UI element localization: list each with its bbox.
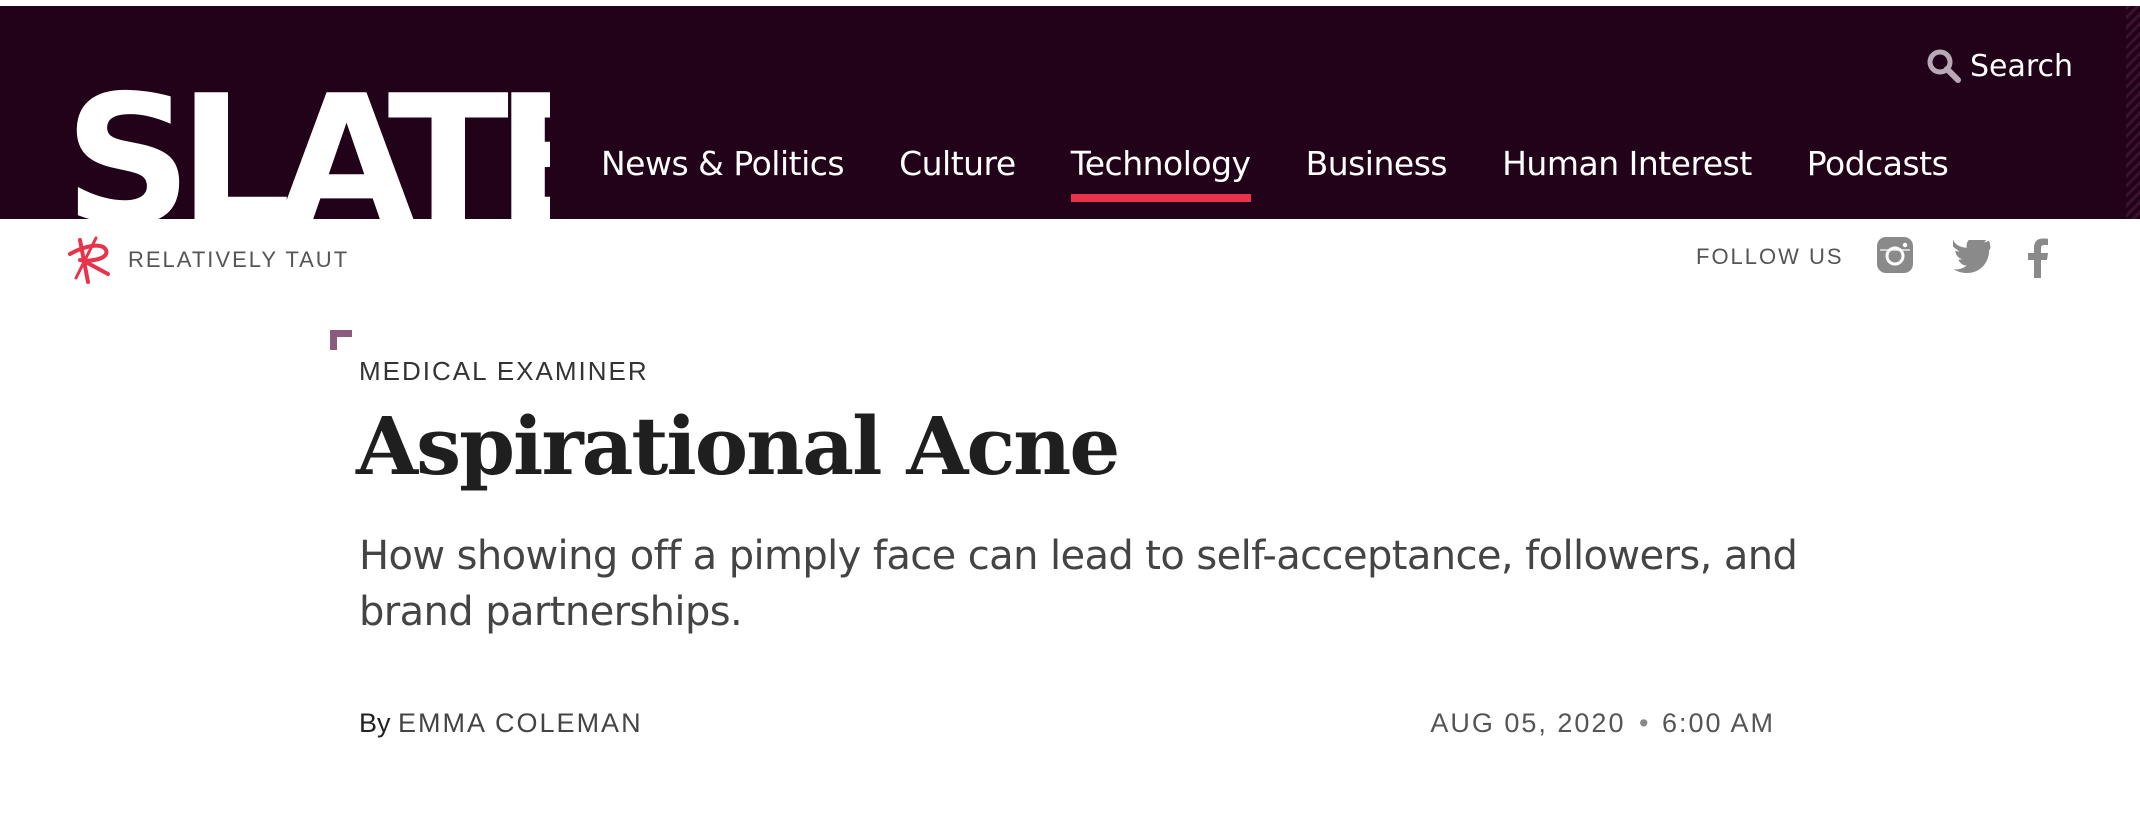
section-brand[interactable]: RELATIVELY TAUT (66, 234, 349, 286)
publish-date: AUG 05, 2020 (1430, 708, 1626, 738)
search-button[interactable]: Search (1926, 48, 2073, 84)
article-headline: Aspirational Acne (356, 399, 1120, 493)
article-dek: How showing off a pimply face can lead t… (359, 533, 1798, 635)
nav-item-human-interest[interactable]: Human Interest (1502, 142, 1752, 186)
dateline: AUG 05, 2020 • 6:00 AM (1425, 708, 1775, 739)
nav-item-podcasts[interactable]: Podcasts (1807, 142, 1949, 186)
search-label: Search (1970, 48, 2074, 84)
nav-item-news-politics[interactable]: News & Politics (601, 142, 845, 186)
nav-item-business[interactable]: Business (1306, 142, 1448, 186)
follow-us-label: FOLLOW US (1696, 244, 1844, 269)
svg-text:SLATE: SLATE (68, 72, 550, 222)
nav-item-technology[interactable]: Technology (1070, 142, 1251, 202)
slate-logo[interactable]: SLATE (68, 72, 550, 222)
author-link[interactable]: EMMA COLEMAN (398, 708, 643, 738)
main-nav: News & Politics Culture Technology Busin… (601, 142, 2003, 202)
publish-time: 6:00 AM (1661, 708, 1775, 738)
byline: By EMMA COLEMAN (359, 708, 643, 739)
facebook-icon[interactable] (2027, 238, 2049, 278)
corner-mark-icon (330, 330, 352, 350)
search-icon (1927, 49, 1961, 83)
twitter-icon[interactable] (1953, 240, 1993, 274)
nav-item-culture[interactable]: Culture (899, 142, 1016, 186)
instagram-icon[interactable] (1876, 236, 1914, 274)
masthead-edge-stripes (2126, 6, 2140, 219)
separator-dot-icon: • (1631, 708, 1656, 738)
section-brand-label: RELATIVELY TAUT (128, 247, 350, 272)
article-kicker[interactable]: MEDICAL EXAMINER (359, 356, 649, 387)
relatively-taut-icon (68, 236, 110, 284)
byline-prefix: By (359, 708, 391, 738)
